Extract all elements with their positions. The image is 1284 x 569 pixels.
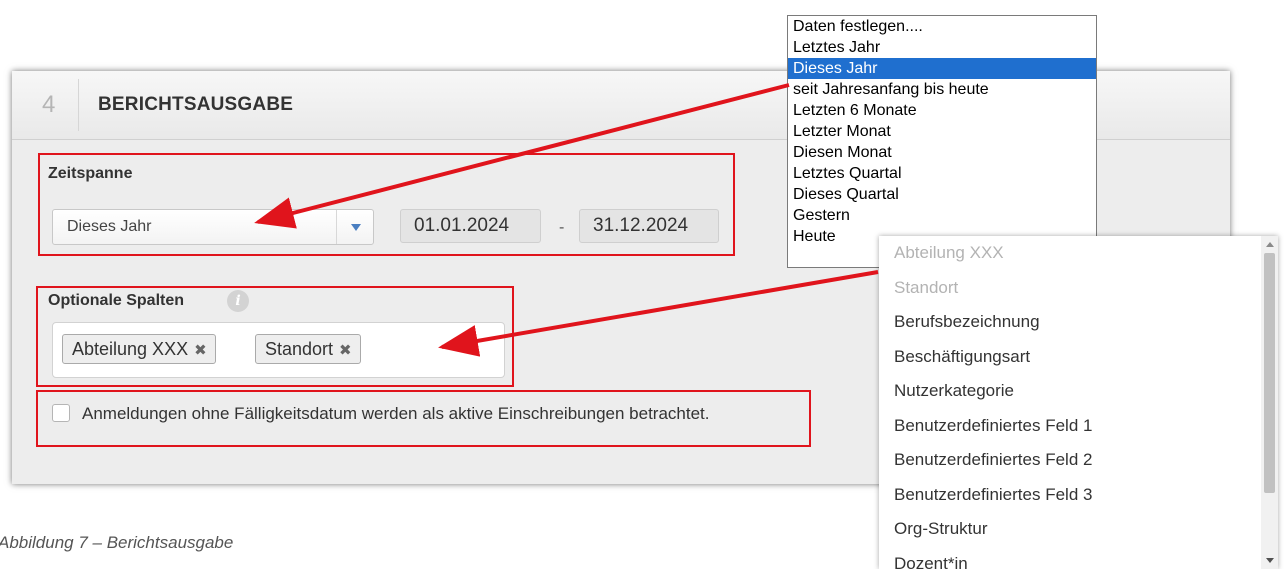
arrow-to-columns xyxy=(438,270,879,357)
annotation-arrows xyxy=(254,83,879,357)
figure-caption: Abbildung 7 – Berichtsausgabe xyxy=(0,533,234,552)
arrow-to-timespan xyxy=(254,83,790,229)
